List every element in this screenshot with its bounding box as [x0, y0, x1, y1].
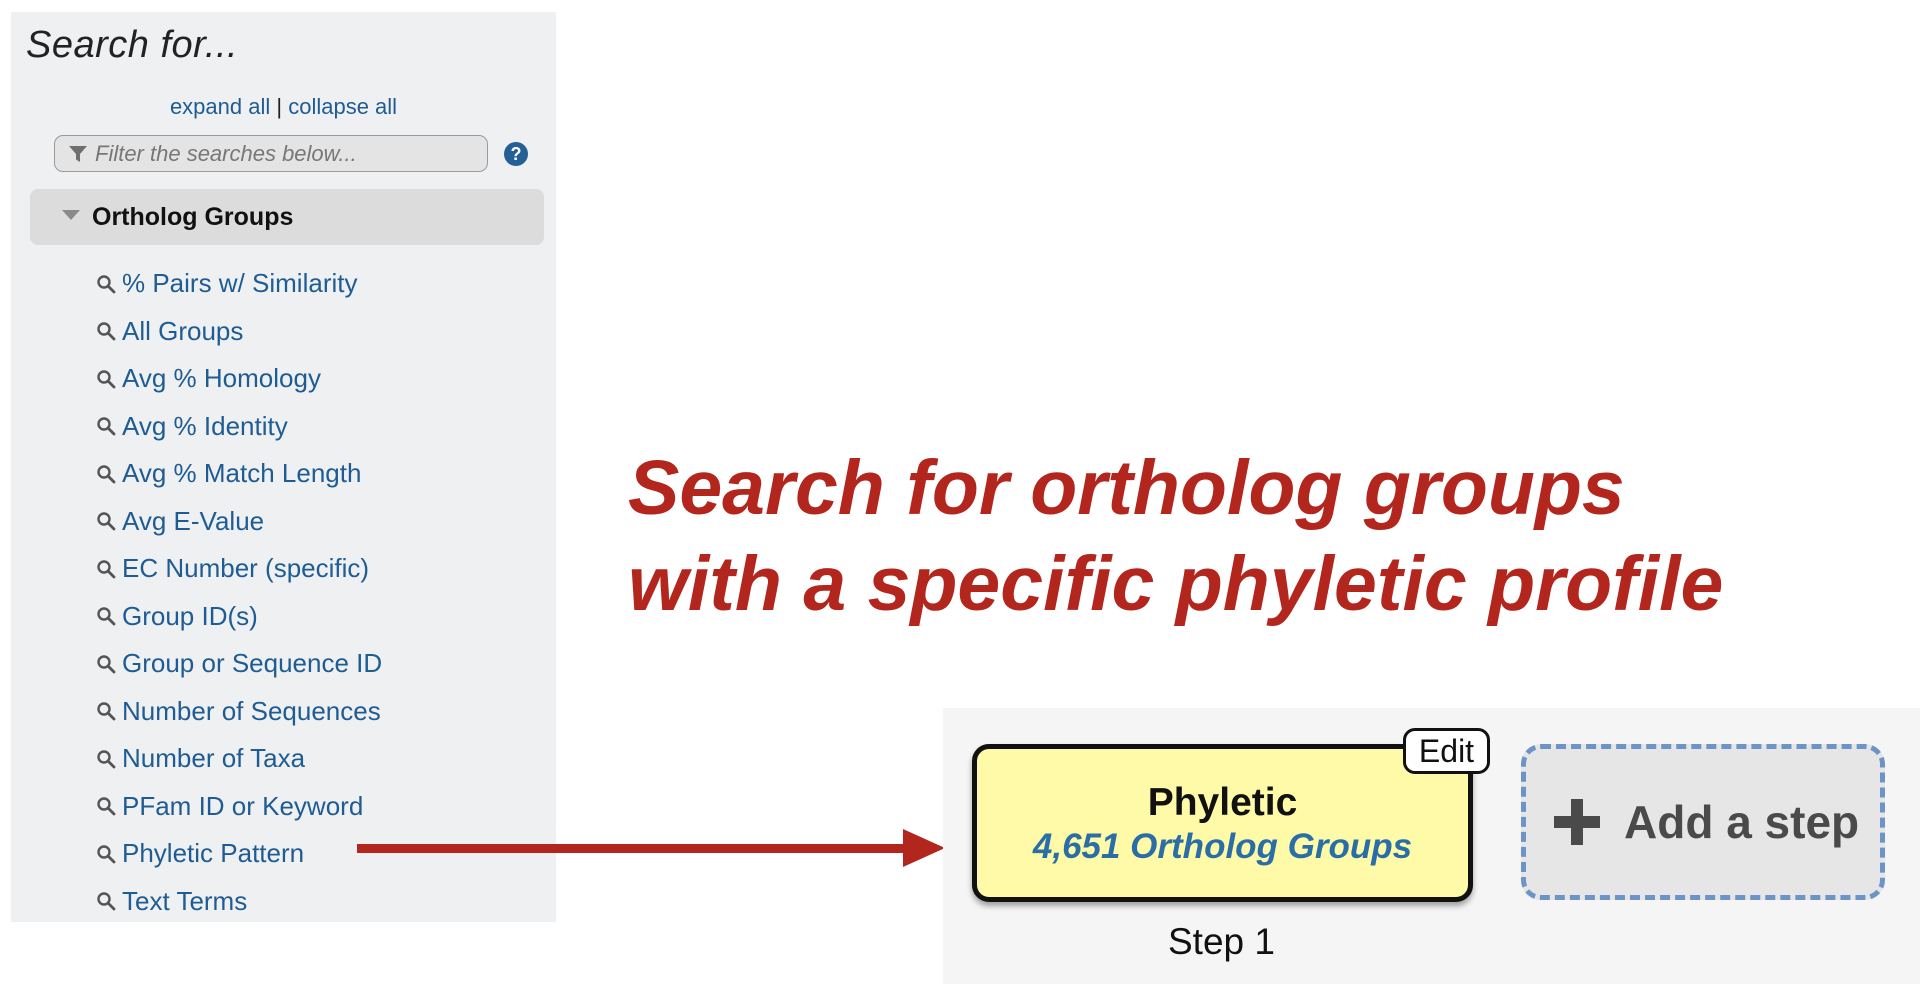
step-result-count[interactable]: 4,651 Ortholog Groups [977, 827, 1468, 867]
magnifier-icon [96, 891, 116, 911]
question-circle-icon[interactable]: ? [504, 142, 528, 166]
filter-box[interactable] [54, 135, 488, 172]
search-item[interactable]: PFam ID or Keyword [96, 783, 382, 831]
search-list: % Pairs w/ Similarity All Groups Avg % H… [96, 260, 382, 925]
funnel-icon [68, 144, 88, 164]
group-label: Ortholog Groups [92, 202, 294, 231]
magnifier-icon [96, 511, 116, 531]
search-item-label: Phyletic Pattern [122, 838, 305, 869]
magnifier-icon [96, 654, 116, 674]
search-item-label: Text Terms [122, 885, 248, 916]
search-item-label: Avg % Identity [122, 410, 288, 441]
magnifier-icon [96, 844, 116, 864]
magnifier-icon [96, 369, 116, 389]
magnifier-icon [96, 559, 116, 579]
magnifier-icon [96, 274, 116, 294]
annotation-line-2: with a specific phyletic profile [628, 541, 1724, 627]
magnifier-icon [96, 416, 116, 436]
search-item[interactable]: Number of Sequences [96, 688, 382, 736]
search-item[interactable]: Avg % Homology [96, 355, 382, 403]
annotation-line-1: Search for ortholog groups [628, 445, 1625, 531]
magnifier-icon [96, 749, 116, 769]
search-item[interactable]: % Pairs w/ Similarity [96, 260, 382, 308]
magnifier-icon [96, 796, 116, 816]
search-panel: Search for... expand all | collapse all … [11, 12, 556, 922]
separator: | [276, 94, 283, 119]
search-item[interactable]: EC Number (specific) [96, 545, 382, 593]
magnifier-icon [96, 701, 116, 721]
search-item-label: EC Number (specific) [122, 553, 370, 584]
collapse-all-link[interactable]: collapse all [288, 94, 397, 119]
search-item-label: Avg % Match Length [122, 458, 362, 489]
search-item[interactable]: All Groups [96, 308, 382, 356]
magnifier-icon [96, 321, 116, 341]
search-item[interactable]: Avg % Identity [96, 403, 382, 451]
magnifier-icon [96, 606, 116, 626]
search-item-label: Avg E-Value [122, 505, 265, 536]
search-item[interactable]: Avg E-Value [96, 498, 382, 546]
expand-all-link[interactable]: expand all [170, 94, 270, 119]
step-caption: Step 1 [1168, 921, 1275, 962]
step-box-phyletic[interactable]: Phyletic 4,651 Ortholog Groups [972, 744, 1473, 902]
search-item[interactable]: Group ID(s) [96, 593, 382, 641]
search-item-label: Number of Sequences [122, 695, 381, 726]
expand-collapse-row: expand all | collapse all [11, 94, 556, 120]
magnifier-icon [96, 464, 116, 484]
search-item-label: Group ID(s) [122, 600, 258, 631]
ortholog-groups-header[interactable]: Ortholog Groups [30, 189, 544, 245]
search-item-label: Number of Taxa [122, 743, 306, 774]
edit-step-button[interactable]: Edit [1403, 728, 1490, 774]
search-item[interactable]: Group or Sequence ID [96, 640, 382, 688]
search-item[interactable]: Number of Taxa [96, 735, 382, 783]
search-item-phyletic-pattern[interactable]: Phyletic Pattern [96, 830, 382, 878]
search-item[interactable]: Avg % Match Length [96, 450, 382, 498]
search-item-label: Group or Sequence ID [122, 648, 383, 679]
search-item-label: Avg % Homology [122, 363, 321, 394]
search-item-label: % Pairs w/ Similarity [122, 268, 358, 299]
search-item-label: All Groups [122, 315, 244, 346]
step-name: Phyletic [1147, 781, 1298, 824]
filter-input[interactable] [95, 140, 487, 167]
red-arrow-icon [357, 829, 945, 867]
search-item-label: PFam ID or Keyword [122, 790, 364, 821]
caret-down-icon [62, 210, 80, 220]
add-step-label: Add a step [1624, 796, 1860, 848]
panel-title: Search for... [26, 24, 239, 66]
add-step-button[interactable]: Add a step [1521, 744, 1885, 900]
plus-icon [1552, 797, 1602, 847]
search-item[interactable]: Text Terms [96, 878, 382, 926]
annotation-headline: Search for ortholog groups with a specif… [628, 440, 1723, 632]
